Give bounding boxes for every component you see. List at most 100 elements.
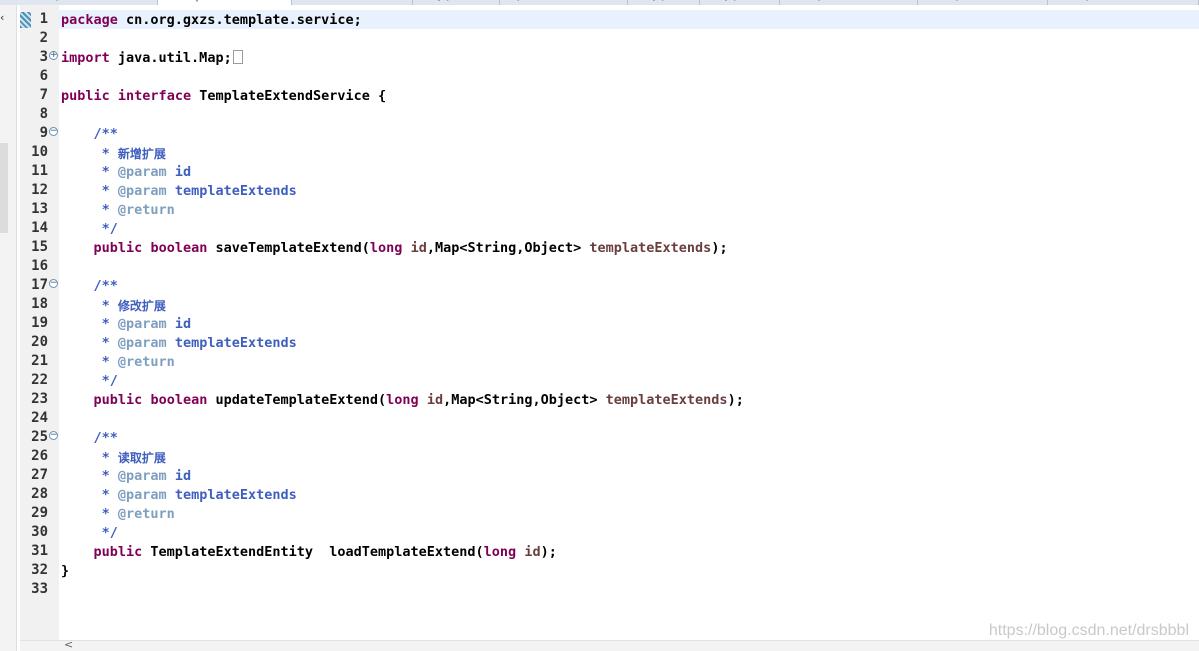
tab-label: ProductsLabl... <box>309 0 382 1</box>
line-number: 31 <box>31 543 48 559</box>
code-token: boolean <box>150 392 208 408</box>
code-token: @param <box>117 316 167 332</box>
code-line: } <box>61 563 69 579</box>
code-token: * <box>61 506 118 522</box>
code-line: * 读取扩展 <box>61 449 166 466</box>
line-number: 28 <box>31 486 48 502</box>
line-number: 16 <box>31 258 48 274</box>
code-token: templateExtends <box>589 240 712 256</box>
code-token: } <box>61 563 70 579</box>
code-token: ,Map<String,Object> <box>426 240 590 256</box>
code-line: */ <box>61 373 118 389</box>
line-number: 19 <box>31 315 48 331</box>
code-token: * <box>61 316 118 332</box>
line-number: 33 <box>31 581 48 597</box>
collapse-chevron-icon[interactable]: ‹ <box>0 11 4 24</box>
scroll-left-icon[interactable]: < <box>64 638 73 651</box>
horizontal-scrollbar[interactable]: < <box>20 638 1199 651</box>
code-token: java.util.Map; <box>109 50 232 66</box>
code-token: boolean <box>150 240 208 256</box>
line-number: 15 <box>31 239 48 255</box>
line-number: 6 <box>39 68 48 84</box>
code-line: * @param templateExtends <box>61 487 297 503</box>
line-number: 11 <box>31 163 48 179</box>
code-token: public <box>61 88 110 104</box>
code-line: public boolean updateTemplateExtend(long… <box>61 392 744 408</box>
code-token: @param <box>117 164 167 180</box>
code-token: long <box>386 392 419 408</box>
collapse-fold-icon[interactable]: − <box>49 127 58 136</box>
code-line: * 修改扩展 <box>61 297 166 314</box>
code-token: id <box>410 240 427 256</box>
code-line: /** <box>61 430 118 446</box>
line-number: 26 <box>31 448 48 464</box>
line-number: 27 <box>31 467 48 483</box>
line-number: 3 <box>39 49 48 65</box>
collapsed-block-icon[interactable] <box>232 50 243 64</box>
code-token: @return <box>117 506 175 522</box>
line-number: 1 <box>39 11 48 27</box>
line-number: 22 <box>31 372 48 388</box>
code-token: @param <box>117 487 167 503</box>
code-token: templateExtends <box>166 335 297 351</box>
line-number: 14 <box>31 220 48 236</box>
code-token: interface <box>117 88 192 104</box>
code-token: public <box>93 392 143 408</box>
code-line: * @return <box>61 202 175 218</box>
code-token: templateExtends <box>166 487 297 503</box>
code-token: @return <box>117 202 175 218</box>
code-token: public <box>93 544 143 560</box>
code-token: package <box>61 12 118 28</box>
code-line: import java.util.Map; <box>61 50 243 66</box>
code-token: * <box>61 487 118 503</box>
code-line: public boolean saveTemplateExtend(long i… <box>61 240 728 256</box>
code-token: TemplateExtendService { <box>191 88 387 104</box>
tab-label: TemplateExte... <box>1065 0 1141 1</box>
collapse-fold-icon[interactable]: − <box>49 279 58 288</box>
code-token: cn.org.gxzs.template.service; <box>117 12 362 28</box>
code-token: @return <box>117 354 175 370</box>
watermark: https://blog.csdn.net/drsbbbl <box>988 622 1189 639</box>
code-line: package cn.org.gxzs.template.service; <box>61 12 362 28</box>
code-token: id <box>426 392 444 408</box>
code-token: */ <box>61 221 118 237</box>
code-token: * <box>61 354 118 370</box>
code-token: saveTemplateExtend( <box>207 240 370 256</box>
code-token: * <box>61 164 118 180</box>
left-panel-scroll-thumb[interactable] <box>0 143 8 233</box>
code-token: id <box>166 316 192 332</box>
line-number: 12 <box>31 182 48 198</box>
code-token: /** <box>61 430 118 446</box>
tab-label: TemplateExte... ✕ <box>175 0 263 2</box>
line-number: 2 <box>39 30 48 46</box>
tab-label: productLabl... <box>517 0 584 1</box>
tab-label: TemplateDefi... <box>797 0 870 1</box>
code-line: * @param templateExtends <box>61 335 297 351</box>
code-token: 新增扩展 <box>117 147 166 161</box>
code-token: ,Map<String,Object> <box>443 392 606 408</box>
code-line: * @param id <box>61 468 191 484</box>
code-token: ); <box>711 240 728 256</box>
code-line: * @param id <box>61 316 191 332</box>
code-line: */ <box>61 221 118 237</box>
collapse-fold-icon[interactable]: − <box>49 431 58 440</box>
line-number: 7 <box>39 87 48 103</box>
code-token: 修改扩展 <box>117 299 166 313</box>
line-number: 30 <box>31 524 48 540</box>
tab-label: TemplateDefi... <box>35 0 108 1</box>
code-line: * @param id <box>61 164 191 180</box>
line-number: 10 <box>31 144 48 160</box>
code-token: /** <box>61 126 118 142</box>
expand-fold-icon[interactable]: + <box>49 51 58 60</box>
left-panel-edge: ‹ <box>0 5 17 651</box>
code-token: ); <box>540 544 557 560</box>
code-line: * @return <box>61 354 175 370</box>
line-number: 8 <box>39 106 48 122</box>
line-number: 32 <box>31 562 48 578</box>
code-line: */ <box>61 525 118 541</box>
tab-label: c.jsp <box>430 0 453 1</box>
line-number: 29 <box>31 505 48 521</box>
code-token: * <box>61 298 118 314</box>
